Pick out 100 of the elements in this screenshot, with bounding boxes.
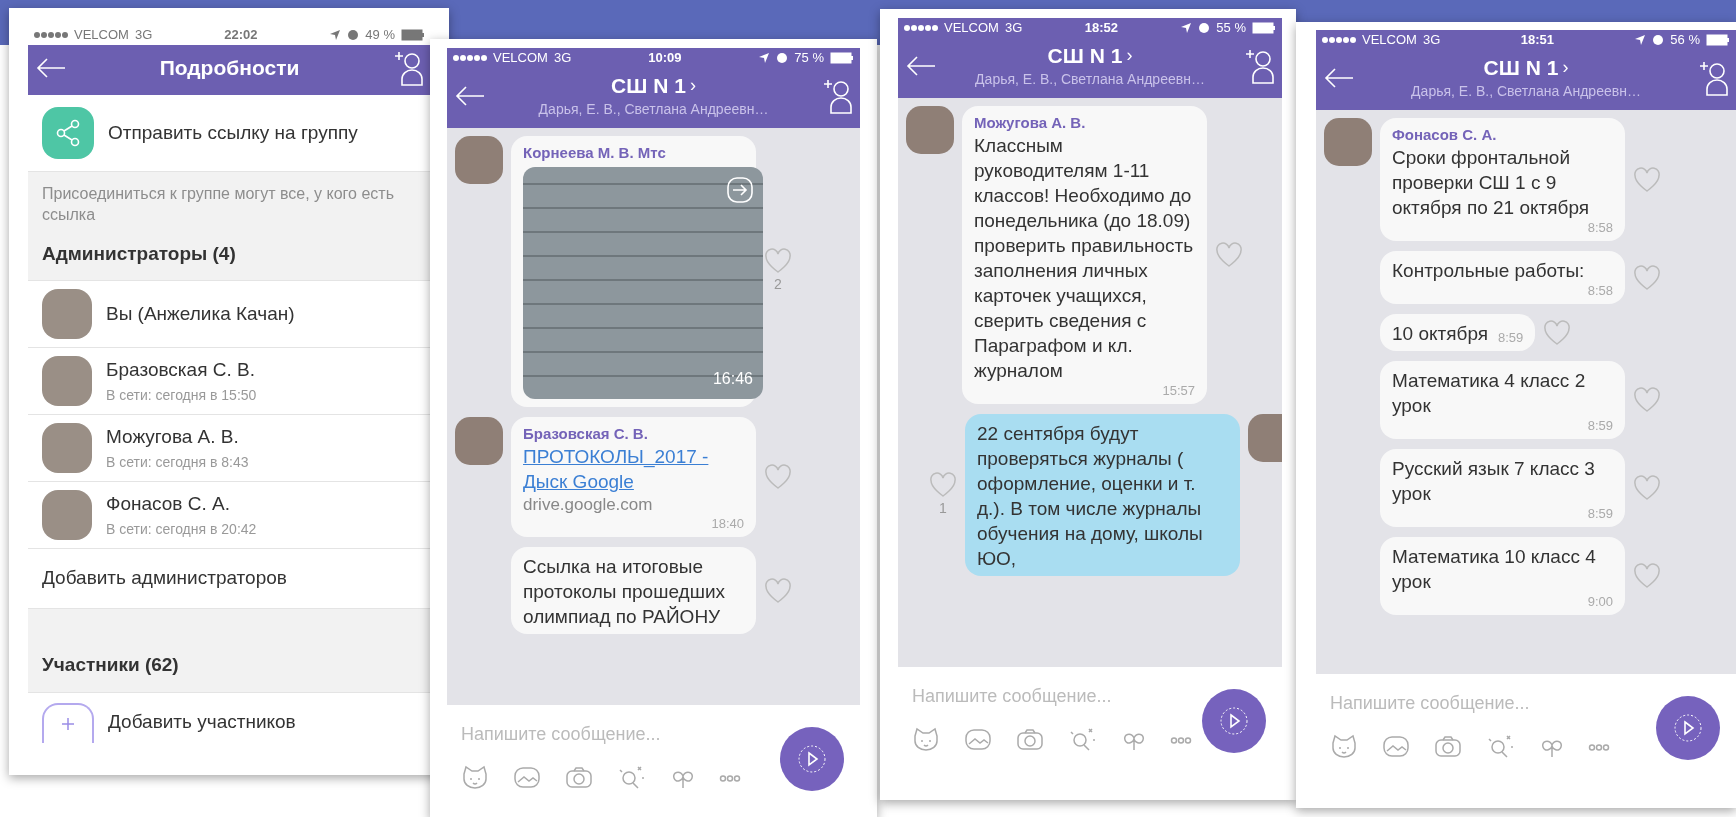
add-participant-button[interactable] — [822, 77, 852, 115]
avatar-placeholder — [1248, 414, 1282, 462]
back-arrow-icon — [906, 55, 936, 77]
location-icon — [1634, 34, 1647, 46]
message-text: Математика 4 класс 2 урок — [1392, 369, 1587, 418]
back-button[interactable] — [455, 85, 485, 107]
participants-text: Дарья, Е. В., Светлана Андреевн… — [1411, 82, 1641, 101]
section-heading: Администраторы (4) — [28, 231, 431, 282]
last-seen-text: В сети: сегодня в 15:50 — [106, 385, 257, 405]
back-button[interactable] — [906, 55, 936, 77]
battery-icon — [1706, 34, 1730, 46]
more-icon — [719, 774, 741, 782]
signal-icon — [904, 24, 938, 32]
add-person-icon — [1698, 59, 1728, 97]
avatar-placeholder — [1324, 118, 1372, 166]
chat-title[interactable]: СШ N 1 — [1047, 42, 1123, 69]
link-domain: drive.google.com — [523, 494, 654, 516]
link-text[interactable]: ПРОТОКОЛЫ_2017 - Дыск Google — [523, 444, 744, 494]
chat-title[interactable]: СШ N 1 — [611, 72, 686, 99]
heart-icon[interactable] — [1633, 387, 1661, 413]
more-button[interactable] — [719, 774, 741, 782]
last-seen-text: В сети: сегодня в 8:43 — [106, 452, 249, 472]
chat-title[interactable]: СШ N 1 — [1483, 54, 1559, 81]
heart-icon[interactable] — [764, 464, 792, 490]
participants-text: Дарья, Е. В., Светлана Андреевн… — [975, 70, 1205, 89]
network-text: 3G — [134, 26, 153, 45]
heart-icon[interactable] — [1633, 563, 1661, 589]
play-icon — [1219, 706, 1249, 736]
sender-name: Можугова А. В. — [974, 113, 1087, 133]
heart-icon[interactable] — [1633, 264, 1661, 291]
message-time: 18:40 — [711, 516, 744, 532]
battery-text: 49 % — [365, 26, 395, 45]
message-text: Сроки фронтальной проверки СШ 1 с 9 октября по 21 октября — [1392, 146, 1591, 220]
back-arrow-icon — [36, 57, 66, 79]
plus-icon — [42, 702, 94, 743]
heart-icon[interactable] — [1633, 166, 1661, 193]
clock-text: 18:52 — [1083, 19, 1119, 38]
add-participant-button[interactable] — [1244, 47, 1274, 85]
heart-icon[interactable] — [764, 248, 792, 274]
avatar-placeholder — [42, 423, 92, 474]
play-icon — [1673, 713, 1703, 743]
avatar-placeholder — [42, 356, 92, 407]
participants-text: Дарья, Е. В., Светлана Андреевн… — [538, 100, 769, 119]
heart-icon[interactable] — [764, 577, 792, 604]
title-chevron: › — [1126, 44, 1133, 67]
admin-name: Вы (Анжелика Качан) — [106, 302, 295, 324]
play-icon — [797, 744, 827, 774]
sender-name: Корнеева М. В. Мтс — [523, 143, 667, 163]
message-time: 9:00 — [1587, 594, 1613, 610]
back-button[interactable] — [36, 57, 66, 79]
signal-icon — [1322, 36, 1356, 44]
battery-icon — [1252, 22, 1276, 34]
battery-icon — [830, 52, 854, 64]
forward-icon[interactable] — [727, 177, 753, 203]
admin-name: Можугова А. В. — [106, 426, 239, 448]
heart-icon[interactable] — [1215, 242, 1243, 268]
heart-icon[interactable] — [1633, 475, 1661, 501]
more-button[interactable] — [1170, 736, 1192, 744]
clock-text: 22:02 — [223, 26, 259, 45]
carrier-text: VELCOM — [944, 19, 999, 38]
sender-name: Бразовская С. В. — [523, 424, 649, 444]
title-chevron: › — [1562, 56, 1569, 79]
message-time: 15:57 — [1162, 383, 1195, 399]
location-icon — [329, 29, 342, 41]
message-text: Классным руководителям 1-11 классов! Необходимо до понедельника (до 18.09) проверить правильность заполнения личных карточек учащихся, сверить сведения с Параграфом и кл. журналом — [974, 134, 1195, 383]
heart-icon[interactable] — [1543, 319, 1572, 346]
heart-icon[interactable] — [929, 471, 957, 498]
clock-text: 18:51 — [1519, 31, 1555, 50]
add-person-icon — [1244, 47, 1274, 85]
carrier-text: VELCOM — [1362, 31, 1417, 50]
last-seen-text: В сети: сегодня в 20:42 — [106, 519, 257, 539]
section-heading: Участники (62) — [28, 643, 431, 693]
signal-icon — [453, 54, 487, 62]
add-person-icon — [393, 49, 423, 87]
message-time: 8:58 — [1587, 283, 1613, 299]
sender-name: Фонасов С. А. — [1392, 125, 1498, 145]
admin-name: Фонасов С. А. — [106, 493, 230, 515]
screen-title: Подробности — [159, 55, 300, 81]
like-count: 1 — [939, 498, 947, 518]
message-text: Математика 10 класс 4 урок — [1392, 545, 1597, 594]
add-participant-button[interactable] — [393, 49, 423, 87]
message-text: Ссылка на итоговые протоколы прошедших олимпиад по РАЙОНУ — [523, 555, 726, 629]
message-time: 8:58 — [1587, 220, 1613, 236]
message-text: Русский язык 7 класс 3 урок — [1392, 457, 1596, 506]
battery-text: 75 % — [794, 49, 824, 68]
back-arrow-icon — [455, 85, 485, 107]
message-time: 8:59 — [1587, 506, 1613, 522]
message-time: 8:59 — [1498, 330, 1524, 346]
carrier-text: VELCOM — [74, 26, 129, 45]
back-button[interactable] — [1324, 67, 1354, 89]
message-time: 8:59 — [1587, 418, 1613, 434]
add-participant-button[interactable] — [1698, 59, 1728, 97]
more-icon — [1170, 736, 1192, 744]
network-text: 3G — [1004, 19, 1023, 38]
battery-text: 55 % — [1216, 19, 1246, 38]
battery-icon — [401, 29, 425, 41]
message-time: 16:46 — [712, 369, 753, 389]
signal-icon — [34, 31, 68, 39]
more-button[interactable] — [1588, 743, 1610, 751]
clock-text: 10:09 — [647, 49, 683, 68]
